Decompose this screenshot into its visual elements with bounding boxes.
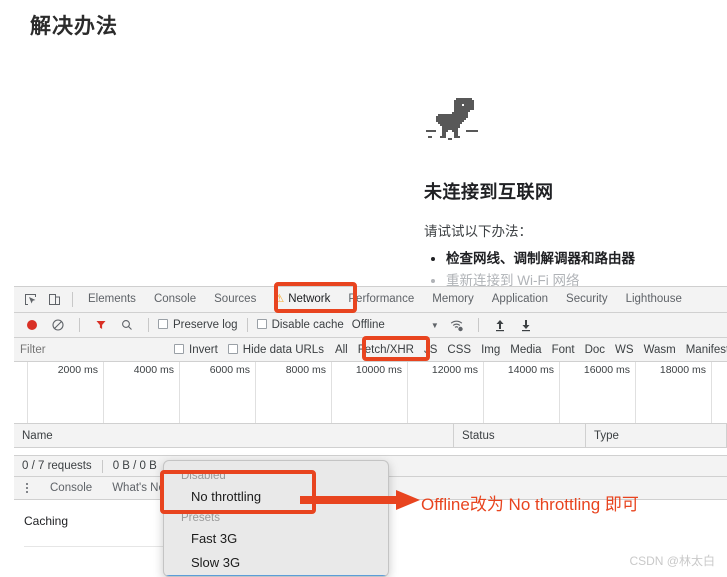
requests-count: 0 / 7 requests	[22, 460, 92, 472]
tab-label: Sources	[214, 293, 257, 305]
inspect-element-icon[interactable]	[19, 289, 41, 311]
timeline-tick: 8000 ms	[256, 362, 332, 423]
timeline-tick: 12000 ms	[408, 362, 484, 423]
filter-type-media[interactable]: Media	[505, 342, 546, 358]
filter-type-js[interactable]: JS	[419, 342, 442, 358]
menu-group-disabled: Disabled	[181, 470, 226, 482]
tab-console[interactable]: Console	[145, 288, 205, 311]
search-icon[interactable]	[116, 314, 138, 336]
caching-label: Caching	[24, 514, 69, 528]
tab-label: Console	[153, 293, 197, 305]
column-header-status[interactable]: Status	[454, 424, 586, 447]
checkbox-box	[227, 343, 238, 354]
checkbox-box	[174, 343, 184, 354]
column-header-type[interactable]: Type	[586, 424, 727, 447]
controls-divider	[79, 318, 80, 332]
menu-group-presets: Presets	[181, 512, 220, 524]
tab-memory[interactable]: Memory	[423, 288, 483, 311]
invert-checkbox[interactable]: Invert	[174, 343, 218, 356]
timeline-tick: 6000 ms	[180, 362, 256, 423]
chevron-down-icon: ▼	[430, 320, 439, 330]
preserve-log-checkbox[interactable]: Preserve log	[158, 319, 238, 331]
warning-triangle-icon: ⚠	[274, 292, 285, 305]
tab-label: Security	[566, 293, 608, 305]
filter-type-manifest[interactable]: Manifest	[681, 342, 727, 358]
tab-lighthouse[interactable]: Lighthouse	[617, 288, 691, 311]
filter-type-css[interactable]: CSS	[442, 342, 476, 358]
filter-funnel-icon[interactable]	[90, 314, 112, 336]
throttling-value: Offline	[351, 319, 385, 331]
invert-label: Invert	[189, 343, 218, 356]
wifi-gear-icon[interactable]	[446, 314, 468, 336]
filter-type-ws[interactable]: WS	[610, 342, 639, 358]
filter-type-img[interactable]: Img	[476, 342, 505, 358]
timeline-tick: 2000 ms	[28, 362, 104, 423]
controls-divider	[477, 318, 479, 332]
tab-sources[interactable]: Sources	[205, 288, 265, 311]
timeline-tick: 10000 ms	[332, 362, 408, 423]
clear-icon[interactable]	[47, 314, 69, 336]
filter-input[interactable]	[20, 343, 174, 356]
filter-type-doc[interactable]: Doc	[580, 342, 610, 358]
requests-table-header: Name Status Type	[14, 424, 727, 448]
preserve-log-label: Preserve log	[173, 319, 238, 331]
filter-type-wasm[interactable]: Wasm	[639, 342, 681, 358]
checkbox-box	[158, 319, 168, 329]
record-button[interactable]	[21, 314, 43, 336]
export-har-icon[interactable]	[515, 314, 537, 336]
summary-divider	[101, 459, 103, 473]
column-header-name[interactable]: Name	[14, 424, 454, 447]
tab-elements[interactable]: Elements	[79, 288, 145, 311]
tab-label: Performance	[348, 293, 415, 305]
filter-type-all[interactable]: All	[330, 342, 353, 358]
network-timeline-overview[interactable]: 2000 ms 4000 ms 6000 ms 8000 ms 10000 ms…	[14, 362, 727, 424]
list-item: 检查网线、调制解调器和路由器	[446, 248, 727, 270]
menu-item-fast-3g[interactable]: Fast 3G	[164, 527, 388, 551]
right-arrow-icon	[300, 489, 420, 511]
csdn-watermark: CSDN @林太白	[629, 554, 715, 568]
network-controls-bar: Preserve log Disable cache Offline ▼	[14, 313, 727, 338]
checkbox-box	[256, 319, 267, 329]
devtools-tabstrip: Elements Console Sources ⚠ Network Perfo…	[14, 287, 727, 313]
page-title: 解决办法	[30, 15, 118, 38]
filter-type-font[interactable]: Font	[547, 342, 580, 358]
timeline-tick: 20000 ms	[712, 362, 727, 423]
throttling-dropdown[interactable]: Offline ▼	[352, 319, 440, 331]
disable-cache-label: Disable cache	[271, 319, 344, 331]
offline-subtitle: 请试试以下办法：	[424, 224, 532, 239]
tab-security[interactable]: Security	[557, 288, 617, 311]
filter-type-fetch-xhr[interactable]: Fetch/XHR	[353, 342, 419, 358]
transferred-size: 0 B / 0 B	[112, 460, 157, 472]
requests-table-body	[14, 448, 727, 455]
controls-divider	[246, 318, 248, 332]
throttling-dropdown-menu[interactable]: Disabled No throttling Presets Fast 3G S…	[163, 460, 389, 577]
tab-label: Elements	[88, 293, 136, 305]
tab-performance[interactable]: Performance	[339, 288, 423, 311]
import-har-icon[interactable]	[489, 314, 511, 336]
tab-label: Lighthouse	[625, 293, 682, 305]
hide-data-urls-label: Hide data URLs	[242, 343, 324, 356]
tab-application[interactable]: Application	[483, 288, 557, 311]
timeline-tick: 4000 ms	[104, 362, 180, 423]
offline-title: 未连接到互联网	[424, 182, 554, 202]
tab-label: Memory	[432, 293, 474, 305]
tab-network[interactable]: ⚠ Network	[265, 288, 339, 311]
timeline-tick: 16000 ms	[560, 362, 636, 423]
annotation-text: Offline改为 No throttling 即可	[421, 495, 639, 514]
chrome-offline-page: 未连接到互联网 请试试以下办法： 检查网线、调制解调器和路由器 重新连接到 Wi…	[424, 96, 727, 292]
dino-icon	[424, 96, 482, 152]
disable-cache-checkbox[interactable]: Disable cache	[256, 319, 344, 331]
controls-divider	[148, 318, 149, 332]
timeline-tick: 18000 ms	[636, 362, 712, 423]
tab-label: Network	[288, 293, 331, 305]
kebab-menu-icon[interactable]	[20, 483, 34, 493]
tab-label: Application	[491, 293, 549, 305]
toolbar-divider	[72, 292, 73, 307]
menu-item-slow-3g[interactable]: Slow 3G	[164, 551, 388, 575]
network-filter-bar: Invert Hide data URLs All Fetch/XHR JS C…	[14, 338, 727, 362]
timeline-tick: 14000 ms	[484, 362, 560, 423]
hide-data-urls-checkbox[interactable]: Hide data URLs	[227, 343, 324, 356]
device-toolbar-icon[interactable]	[43, 289, 65, 311]
drawer-tab-console[interactable]: Console	[40, 482, 102, 494]
